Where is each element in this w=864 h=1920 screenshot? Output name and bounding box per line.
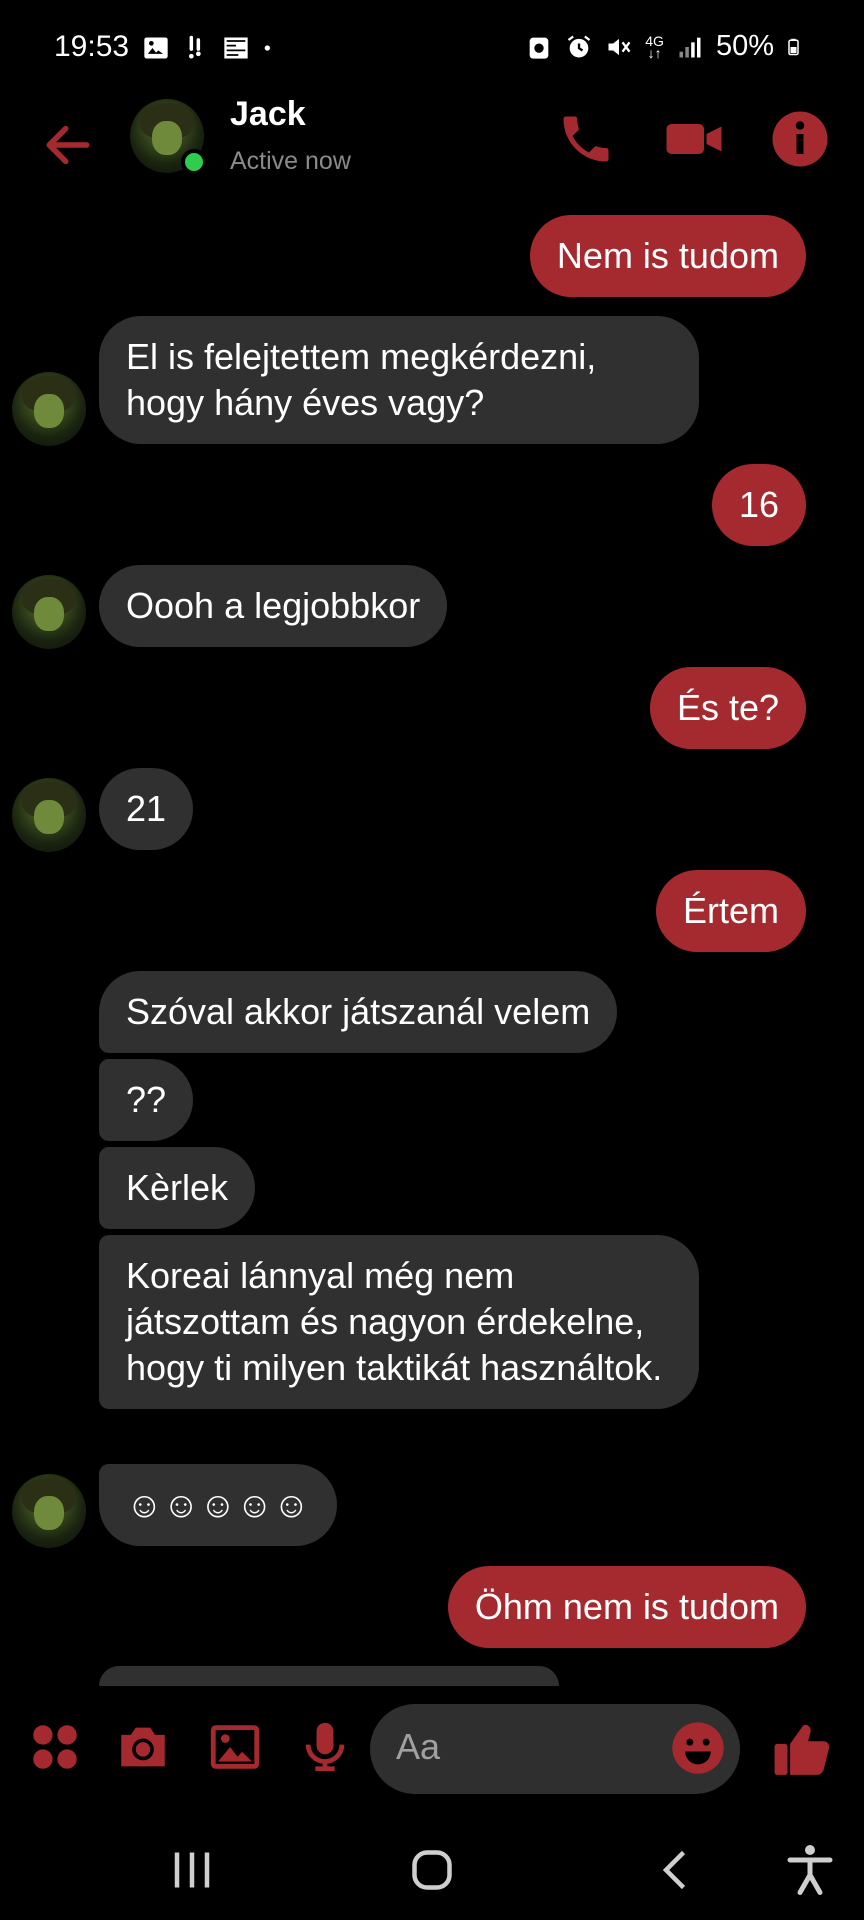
message-incoming[interactable]: Kèrlek [99, 1147, 256, 1229]
message-input-placeholder: Aa [396, 1726, 441, 1767]
avatar [12, 778, 86, 852]
message-incoming-partial [99, 1666, 559, 1686]
composer: Aa [0, 1690, 864, 1806]
back-arrow-icon[interactable] [40, 117, 96, 173]
microphone-icon[interactable] [296, 1718, 354, 1776]
back-icon[interactable] [646, 1840, 706, 1900]
dot-icon [264, 45, 270, 51]
contact-status: Active now [230, 147, 351, 175]
signal-icon [679, 37, 701, 57]
online-indicator [181, 149, 207, 175]
gallery-icon[interactable] [206, 1718, 264, 1776]
contact-name[interactable]: Jack [230, 95, 306, 134]
battery-percent: 50% [715, 30, 774, 62]
message-outgoing[interactable]: Öhm nem is tudom [447, 1566, 806, 1648]
message-incoming[interactable]: Oooh a legjobbkor [99, 565, 448, 647]
home-icon[interactable] [402, 1840, 462, 1900]
avatar [12, 372, 86, 446]
recent-apps-icon[interactable] [162, 1840, 222, 1900]
status-left-icons [142, 34, 278, 62]
message-incoming[interactable]: ?? [99, 1059, 194, 1141]
phone-icon[interactable] [556, 109, 616, 169]
avatar [12, 1474, 86, 1548]
message-outgoing[interactable]: Nem is tudom [529, 215, 806, 297]
info-icon[interactable] [770, 109, 830, 169]
conversation-header: Jack Active now [0, 95, 864, 215]
network-label: 4G [645, 32, 664, 49]
message-incoming[interactable]: El is felejtettem megkérdezni, hogy hány… [99, 316, 699, 444]
network-4g-icon: 4G ↓↑ [645, 32, 664, 61]
status-right-icons: 4G ↓↑ 50% [525, 30, 804, 63]
message-incoming[interactable]: Koreai lánnyal még nem játszottam és nag… [99, 1235, 699, 1409]
avatar [12, 575, 86, 649]
message-incoming-emoji[interactable]: ☺☺☺☺☺ [99, 1464, 337, 1546]
lock-battery-icon [529, 37, 549, 59]
status-bar: 19:53 4G ↓↑ 50% [0, 0, 864, 100]
emoji-icon[interactable] [670, 1720, 726, 1776]
accessibility-icon[interactable] [780, 1840, 840, 1900]
camera-icon[interactable] [114, 1718, 172, 1776]
image-icon [144, 37, 168, 59]
thumbs-up-icon[interactable] [772, 1718, 834, 1780]
status-time: 19:53 [54, 30, 130, 63]
system-nav-bar [0, 1820, 864, 1920]
news-icon [224, 37, 248, 59]
menu-dots-icon[interactable] [26, 1718, 84, 1776]
message-outgoing[interactable]: 16 [711, 464, 806, 546]
alarm-icon [568, 35, 591, 57]
mute-icon [608, 38, 631, 55]
message-outgoing[interactable]: És te? [649, 667, 806, 749]
message-outgoing[interactable]: Értem [655, 870, 806, 952]
message-incoming[interactable]: Szóval akkor játszanál velem [99, 971, 618, 1053]
message-input[interactable]: Aa [370, 1704, 740, 1794]
message-incoming[interactable]: 21 [99, 768, 194, 850]
video-camera-icon[interactable] [664, 109, 724, 169]
notification-icon [189, 35, 201, 59]
battery-icon [788, 38, 799, 55]
